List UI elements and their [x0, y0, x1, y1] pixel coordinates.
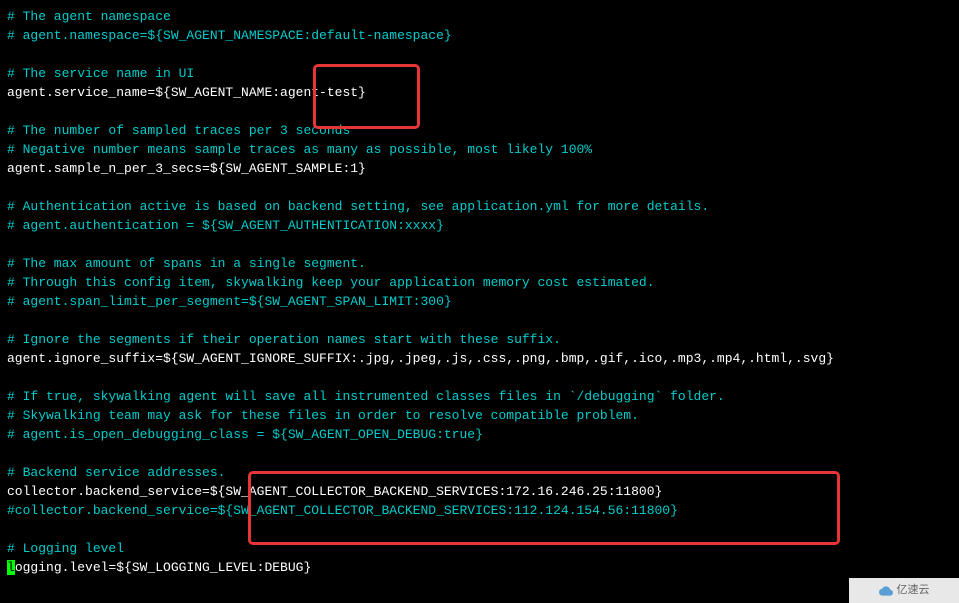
config-line-17: # Ignore the segments if their operation…: [7, 330, 959, 349]
config-line-16: [7, 311, 959, 330]
config-line-28: # Logging level: [7, 539, 959, 558]
config-line-5: [7, 102, 959, 121]
watermark: 亿速云: [849, 578, 959, 603]
config-line-9: [7, 178, 959, 197]
config-line-25: collector.backend_service=${SW_AGENT_COL…: [7, 482, 959, 501]
config-file-content: # The agent namespace# agent.namespace=$…: [7, 7, 959, 577]
config-line-29: logging.level=${SW_LOGGING_LEVEL:DEBUG}: [7, 558, 959, 577]
terminal-cursor: l: [7, 560, 15, 575]
config-line-13: # The max amount of spans in a single se…: [7, 254, 959, 273]
config-line-8: agent.sample_n_per_3_secs=${SW_AGENT_SAM…: [7, 159, 959, 178]
config-line-2: [7, 45, 959, 64]
watermark-text: 亿速云: [897, 581, 930, 600]
config-line-3: # The service name in UI: [7, 64, 959, 83]
config-line-7: # Negative number means sample traces as…: [7, 140, 959, 159]
config-line-10: # Authentication active is based on back…: [7, 197, 959, 216]
config-line-22: # agent.is_open_debugging_class = ${SW_A…: [7, 425, 959, 444]
config-line-27: [7, 520, 959, 539]
config-line-6: # The number of sampled traces per 3 sec…: [7, 121, 959, 140]
config-line-14: # Through this config item, skywalking k…: [7, 273, 959, 292]
config-line-18: agent.ignore_suffix=${SW_AGENT_IGNORE_SU…: [7, 349, 959, 368]
config-line-11: # agent.authentication = ${SW_AGENT_AUTH…: [7, 216, 959, 235]
config-line-21: # Skywalking team may ask for these file…: [7, 406, 959, 425]
config-line-0: # The agent namespace: [7, 7, 959, 26]
config-line-20: # If true, skywalking agent will save al…: [7, 387, 959, 406]
config-line-4: agent.service_name=${SW_AGENT_NAME:agent…: [7, 83, 959, 102]
config-line-23: [7, 444, 959, 463]
config-line-12: [7, 235, 959, 254]
config-line-26: #collector.backend_service=${SW_AGENT_CO…: [7, 501, 959, 520]
cloud-icon: [879, 584, 893, 598]
config-line-1: # agent.namespace=${SW_AGENT_NAMESPACE:d…: [7, 26, 959, 45]
config-line-24: # Backend service addresses.: [7, 463, 959, 482]
config-line-15: # agent.span_limit_per_segment=${SW_AGEN…: [7, 292, 959, 311]
config-line-19: [7, 368, 959, 387]
